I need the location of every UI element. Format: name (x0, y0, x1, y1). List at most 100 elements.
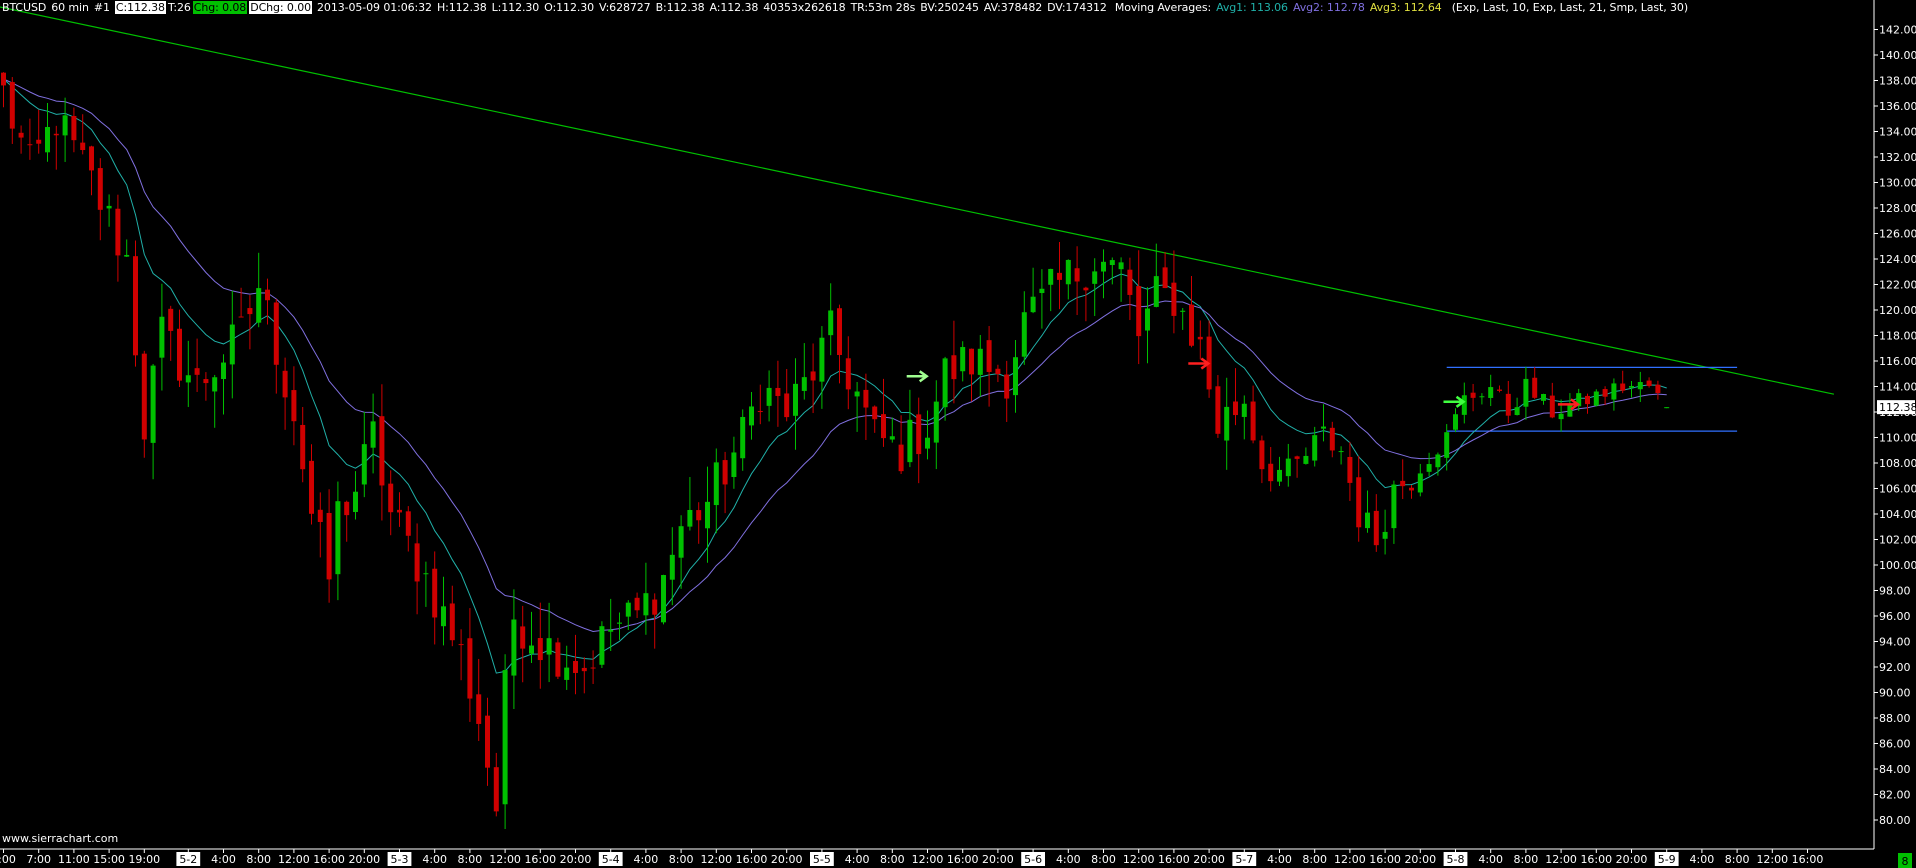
candle-body (247, 308, 253, 315)
candle-body (951, 355, 957, 380)
time-tick-label: 12:00 (1756, 853, 1788, 866)
candle-body (1145, 308, 1150, 331)
candle-body (185, 375, 191, 383)
candle-body (1426, 464, 1432, 472)
candle-body (845, 358, 851, 390)
time-tick-label: 20:00 (1193, 853, 1225, 866)
bar-timer: TR:53m 28s (850, 1, 916, 14)
candle-body (1241, 403, 1247, 417)
time-tick-label: 3:00 (0, 853, 16, 866)
candle-body (1338, 451, 1344, 453)
price-tick-label: 130.00 (1879, 177, 1916, 190)
candle-body (529, 645, 534, 654)
candle-body (309, 460, 314, 514)
candle-body (1347, 456, 1353, 483)
candle (1664, 407, 1670, 409)
candle-body (1655, 384, 1661, 393)
time-tick-label: 4:00 (211, 853, 236, 866)
price-tick-label: 94.00 (1879, 636, 1911, 649)
candle-body (238, 316, 244, 318)
price-chart[interactable]: 80.00 82.00 84.00 86.00 88.00 90.00 92.00 94.00… (0, 0, 1916, 868)
candle-body (124, 254, 130, 257)
time-tick-label: 12:00 (1123, 853, 1155, 866)
candle-body (819, 337, 825, 382)
time-tick-label: 20:00 (982, 853, 1014, 866)
interval-label: 60 min (51, 1, 89, 14)
candle-body (1109, 260, 1115, 266)
price-tick-label: 124.00 (1879, 253, 1916, 266)
candle-body (45, 127, 50, 153)
candle-body (749, 406, 754, 426)
candle-body (1365, 512, 1370, 529)
delta-volume-value: DV:174312 (1047, 1, 1107, 14)
avg1-value: Avg1: 113.06 (1216, 1, 1288, 14)
candle-body (414, 543, 420, 582)
candle-body (1417, 473, 1423, 493)
candle-body (62, 115, 68, 136)
candle-body (1013, 357, 1018, 396)
candle-body (133, 256, 138, 356)
candle-body (221, 362, 226, 380)
candle-body (106, 205, 112, 209)
date-tick-label: 5-2 (179, 853, 197, 866)
candle-body (273, 302, 279, 365)
candle-body (837, 308, 842, 355)
candle-body (1664, 407, 1670, 409)
candle-body (300, 424, 306, 470)
price-tick-label: 120.00 (1879, 304, 1916, 317)
price-tick-label: 86.00 (1879, 738, 1911, 751)
candle-body (1197, 336, 1203, 340)
candle (133, 240, 138, 367)
candle-body (740, 416, 746, 459)
candle-body (705, 501, 710, 529)
candle-body (361, 444, 367, 485)
candle-body (1620, 383, 1626, 391)
candle-body (282, 370, 288, 398)
candle-body (291, 390, 297, 422)
candle-body (493, 767, 499, 812)
time-tick-label: 8:00 (458, 853, 483, 866)
candle-body (810, 371, 816, 381)
symbol-label: BTCUSD (2, 1, 47, 14)
candle-body (1453, 414, 1458, 430)
candle-body (555, 642, 561, 677)
datetime-value: 2013-05-09 01:06:32 (317, 1, 432, 14)
current-price-label: 112.38 (1879, 401, 1916, 414)
high-value: H:112.38 (436, 1, 487, 14)
candle-body (1497, 389, 1502, 391)
avg3-value: Avg3: 112.64 (1369, 1, 1442, 14)
date-tick-label: 5-7 (1235, 853, 1253, 866)
time-tick-label: 8:00 (1091, 853, 1116, 866)
candle-body (1268, 463, 1274, 482)
chart-background (0, 0, 1916, 868)
candle-body (1224, 406, 1230, 441)
candle-body (1382, 531, 1388, 539)
candle-body (713, 462, 719, 506)
price-tick-label: 116.00 (1879, 355, 1916, 368)
candle-body (150, 365, 156, 443)
candle-body (881, 414, 886, 439)
candle-body (617, 622, 622, 624)
time-tick-label: 12:00 (912, 853, 944, 866)
candle (555, 637, 561, 680)
time-tick-label: 20:00 (1616, 853, 1648, 866)
candle-body (854, 391, 860, 397)
time-tick-label: 12:00 (1545, 853, 1577, 866)
time-tick-label: 16:00 (1158, 853, 1190, 866)
time-tick-label: 12:00 (278, 853, 310, 866)
candle-body (1611, 383, 1617, 400)
watermark: www.sierrachart.com (2, 832, 119, 845)
candle-body (18, 132, 24, 138)
candle-body (1523, 378, 1529, 407)
time-tick-label: 16:00 (313, 853, 345, 866)
price-tick-label: 82.00 (1879, 789, 1911, 802)
candle (502, 654, 508, 830)
candle-body (863, 389, 869, 408)
candle-body (229, 324, 235, 365)
candle-body (1250, 401, 1256, 441)
candle-body (1373, 510, 1379, 546)
candle (661, 574, 666, 625)
time-tick-label: 11:00 (58, 853, 90, 866)
candle-body (916, 414, 922, 455)
time-tick-label: 16:00 (524, 853, 556, 866)
